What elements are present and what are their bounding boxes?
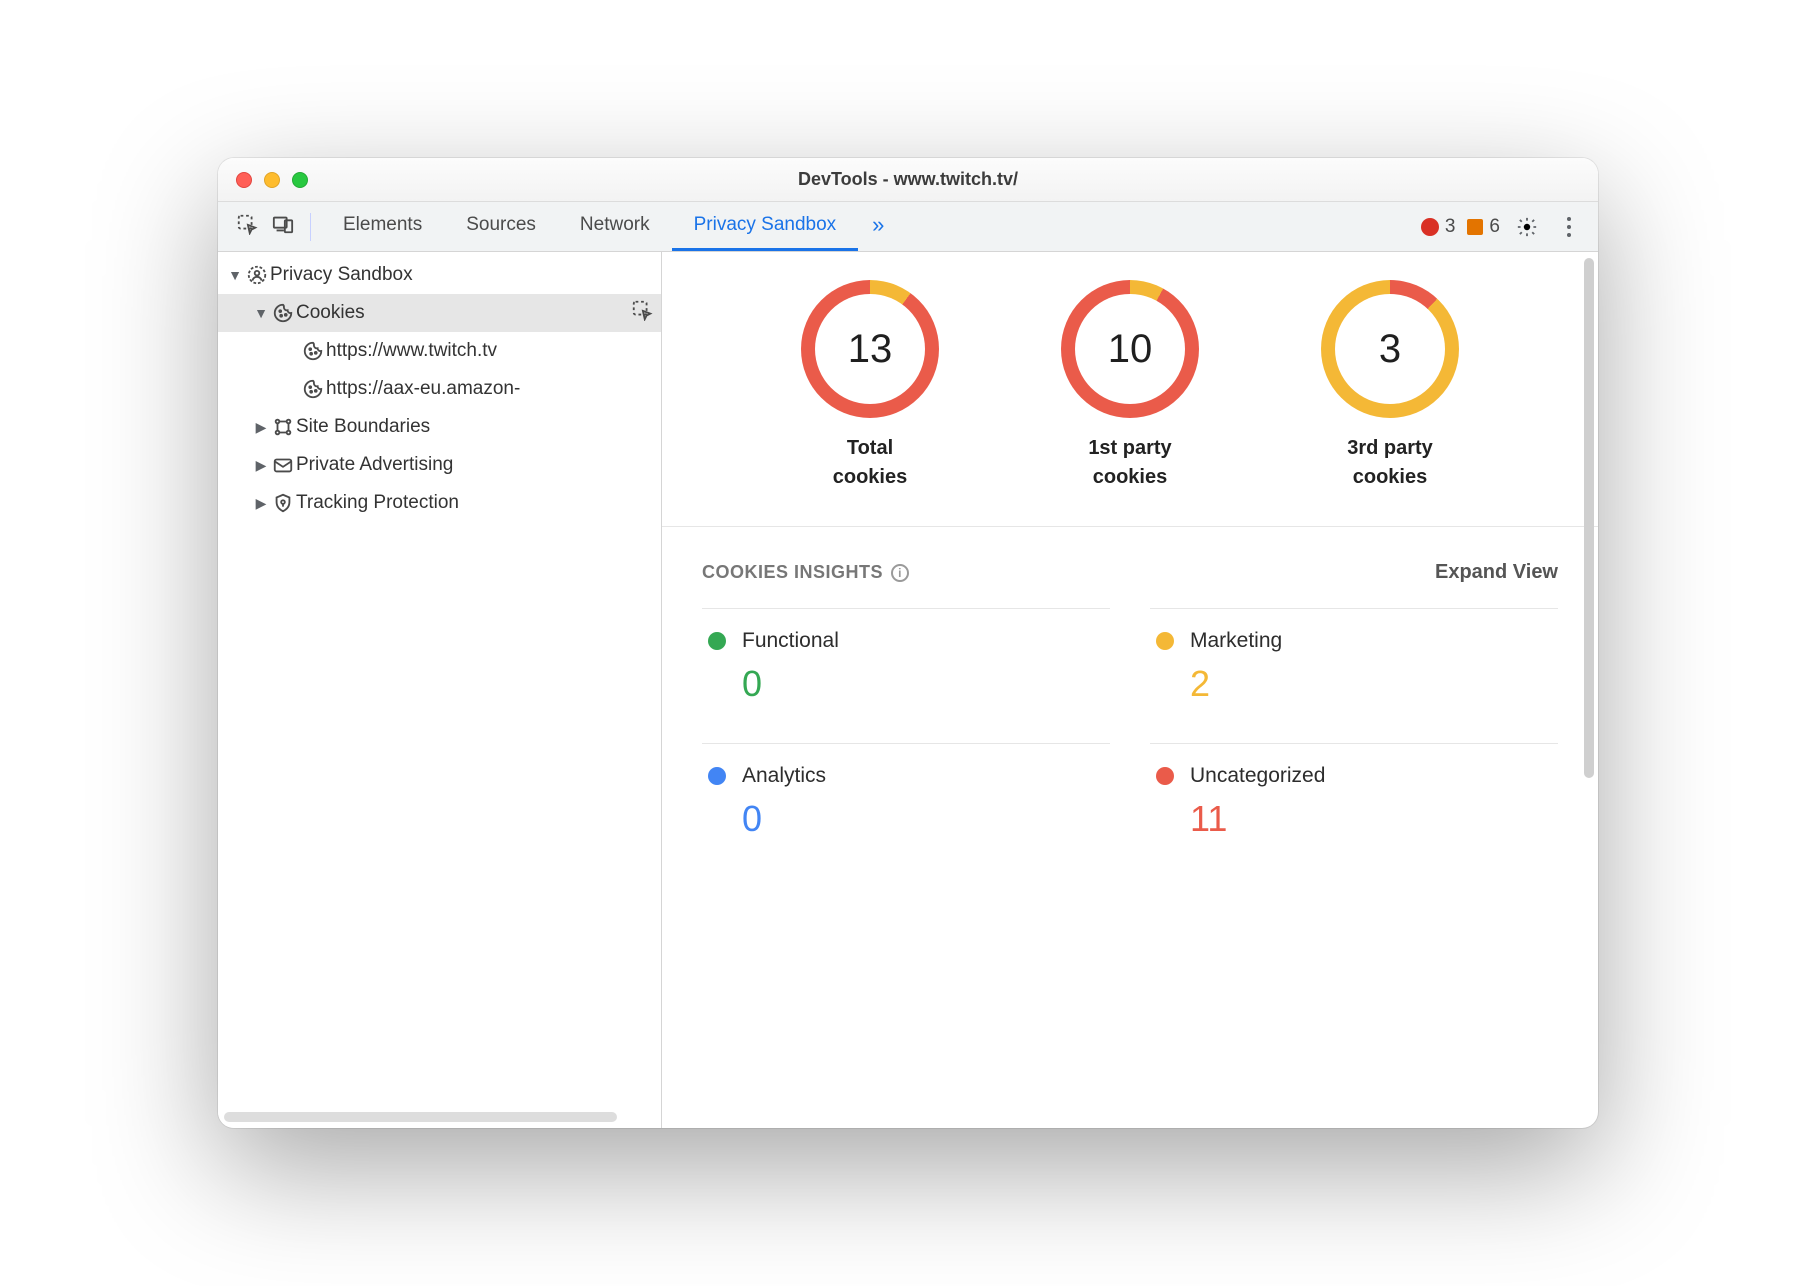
devtools-window: DevTools - www.twitch.tv/ Elements Sourc…	[218, 158, 1598, 1128]
tree-label: https://www.twitch.tv	[326, 340, 497, 362]
sandbox-icon	[244, 264, 270, 286]
panel-tabs: Elements Sources Network Privacy Sandbox…	[321, 202, 898, 251]
tree-label: Site Boundaries	[296, 416, 430, 438]
tab-elements[interactable]: Elements	[321, 202, 444, 251]
expand-view-button[interactable]: Expand View	[1435, 561, 1558, 584]
ring-value: 13	[815, 294, 925, 404]
ring-label-line2: cookies	[1093, 466, 1167, 488]
ring-label-line1: Total	[847, 437, 893, 459]
error-icon	[1421, 218, 1439, 236]
sidebar: ▼ Privacy Sandbox ▼ Cookies	[218, 252, 662, 1128]
device-toolbar-icon[interactable]	[272, 213, 294, 240]
insight-name: Analytics	[742, 764, 826, 788]
mail-icon	[270, 454, 296, 476]
titlebar: DevTools - www.twitch.tv/	[218, 158, 1598, 202]
cookie-icon	[300, 340, 326, 362]
info-icon[interactable]: i	[891, 564, 909, 582]
insight-card-analytics[interactable]: Analytics 0	[702, 743, 1110, 848]
warning-count-value: 6	[1489, 216, 1500, 238]
chevron-right-icon: ▶	[252, 419, 270, 436]
chevron-right-icon: ▶	[252, 495, 270, 512]
tree-cookie-origin[interactable]: https://www.twitch.tv	[218, 332, 661, 370]
inspect-cookies-icon[interactable]	[631, 299, 653, 327]
warning-count[interactable]: 6	[1467, 216, 1500, 238]
legend-dot	[708, 767, 726, 785]
tree-cookies[interactable]: ▼ Cookies	[218, 294, 661, 332]
ring-third-party-cookies: 3 3rd party cookies	[1295, 280, 1485, 492]
ring-label-line1: 3rd party	[1347, 437, 1433, 459]
horizontal-scrollbar[interactable]	[224, 1112, 617, 1122]
tree-label: Privacy Sandbox	[270, 264, 413, 286]
legend-dot	[708, 632, 726, 650]
insight-value: 11	[1156, 798, 1552, 840]
main-panel: 13 Total cookies 10 1st party cookies 3	[662, 252, 1598, 1128]
insight-card-uncategorized[interactable]: Uncategorized 11	[1150, 743, 1558, 848]
cookie-icon	[300, 378, 326, 400]
ring-label-line2: cookies	[1353, 466, 1427, 488]
devtools-tabsbar: Elements Sources Network Privacy Sandbox…	[218, 202, 1598, 252]
chevron-right-icon: ▶	[252, 457, 270, 474]
shield-icon	[270, 492, 296, 514]
vertical-scrollbar[interactable]	[1584, 258, 1594, 778]
ring-label-line2: cookies	[833, 466, 907, 488]
tab-sources[interactable]: Sources	[444, 202, 558, 251]
tab-privacy-sandbox[interactable]: Privacy Sandbox	[672, 202, 859, 251]
inspect-element-icon[interactable]	[236, 213, 258, 240]
insight-value: 2	[1156, 663, 1552, 705]
legend-dot	[1156, 632, 1174, 650]
tree-label: Tracking Protection	[296, 492, 459, 514]
vertical-divider	[310, 213, 311, 241]
tab-network[interactable]: Network	[558, 202, 672, 251]
minimize-window-button[interactable]	[264, 172, 280, 188]
tree-label: Private Advertising	[296, 454, 453, 476]
cookies-insights-section: COOKIES INSIGHTS i Expand View Functiona…	[662, 527, 1598, 848]
tree-root-privacy-sandbox[interactable]: ▼ Privacy Sandbox	[218, 256, 661, 294]
close-window-button[interactable]	[236, 172, 252, 188]
cookie-icon	[270, 302, 296, 324]
insight-card-marketing[interactable]: Marketing 2	[1150, 608, 1558, 713]
insight-name: Marketing	[1190, 629, 1282, 653]
traffic-lights	[236, 172, 308, 188]
tree-private-advertising[interactable]: ▶ Private Advertising	[218, 446, 661, 484]
tree-tracking-protection[interactable]: ▶ Tracking Protection	[218, 484, 661, 522]
insight-card-functional[interactable]: Functional 0	[702, 608, 1110, 713]
cookie-summary-rings: 13 Total cookies 10 1st party cookies 3	[662, 252, 1598, 527]
warning-icon	[1467, 219, 1483, 235]
tree-cookie-origin[interactable]: https://aax-eu.amazon-	[218, 370, 661, 408]
chevron-down-icon: ▼	[226, 267, 244, 283]
error-count[interactable]: 3	[1421, 216, 1456, 238]
tab-more[interactable]: »	[858, 202, 898, 251]
sidebar-tree: ▼ Privacy Sandbox ▼ Cookies	[218, 252, 661, 522]
error-count-value: 3	[1445, 216, 1456, 238]
window-title: DevTools - www.twitch.tv/	[218, 169, 1598, 190]
tree-label: https://aax-eu.amazon-	[326, 378, 520, 400]
settings-button[interactable]	[1512, 212, 1542, 242]
insight-value: 0	[708, 663, 1104, 705]
ring-value: 3	[1335, 294, 1445, 404]
kebab-menu-button[interactable]	[1554, 212, 1584, 242]
tree-label: Cookies	[296, 302, 365, 324]
insights-title: COOKIES INSIGHTS	[702, 562, 883, 583]
chevron-down-icon: ▼	[252, 305, 270, 321]
ring-first-party-cookies: 10 1st party cookies	[1035, 280, 1225, 492]
tree-site-boundaries[interactable]: ▶ Site Boundaries	[218, 408, 661, 446]
ring-value: 10	[1075, 294, 1185, 404]
legend-dot	[1156, 767, 1174, 785]
ring-total-cookies: 13 Total cookies	[775, 280, 965, 492]
insight-name: Uncategorized	[1190, 764, 1325, 788]
insight-value: 0	[708, 798, 1104, 840]
zoom-window-button[interactable]	[292, 172, 308, 188]
site-boundaries-icon	[270, 416, 296, 438]
ring-label-line1: 1st party	[1088, 437, 1171, 459]
insight-name: Functional	[742, 629, 839, 653]
